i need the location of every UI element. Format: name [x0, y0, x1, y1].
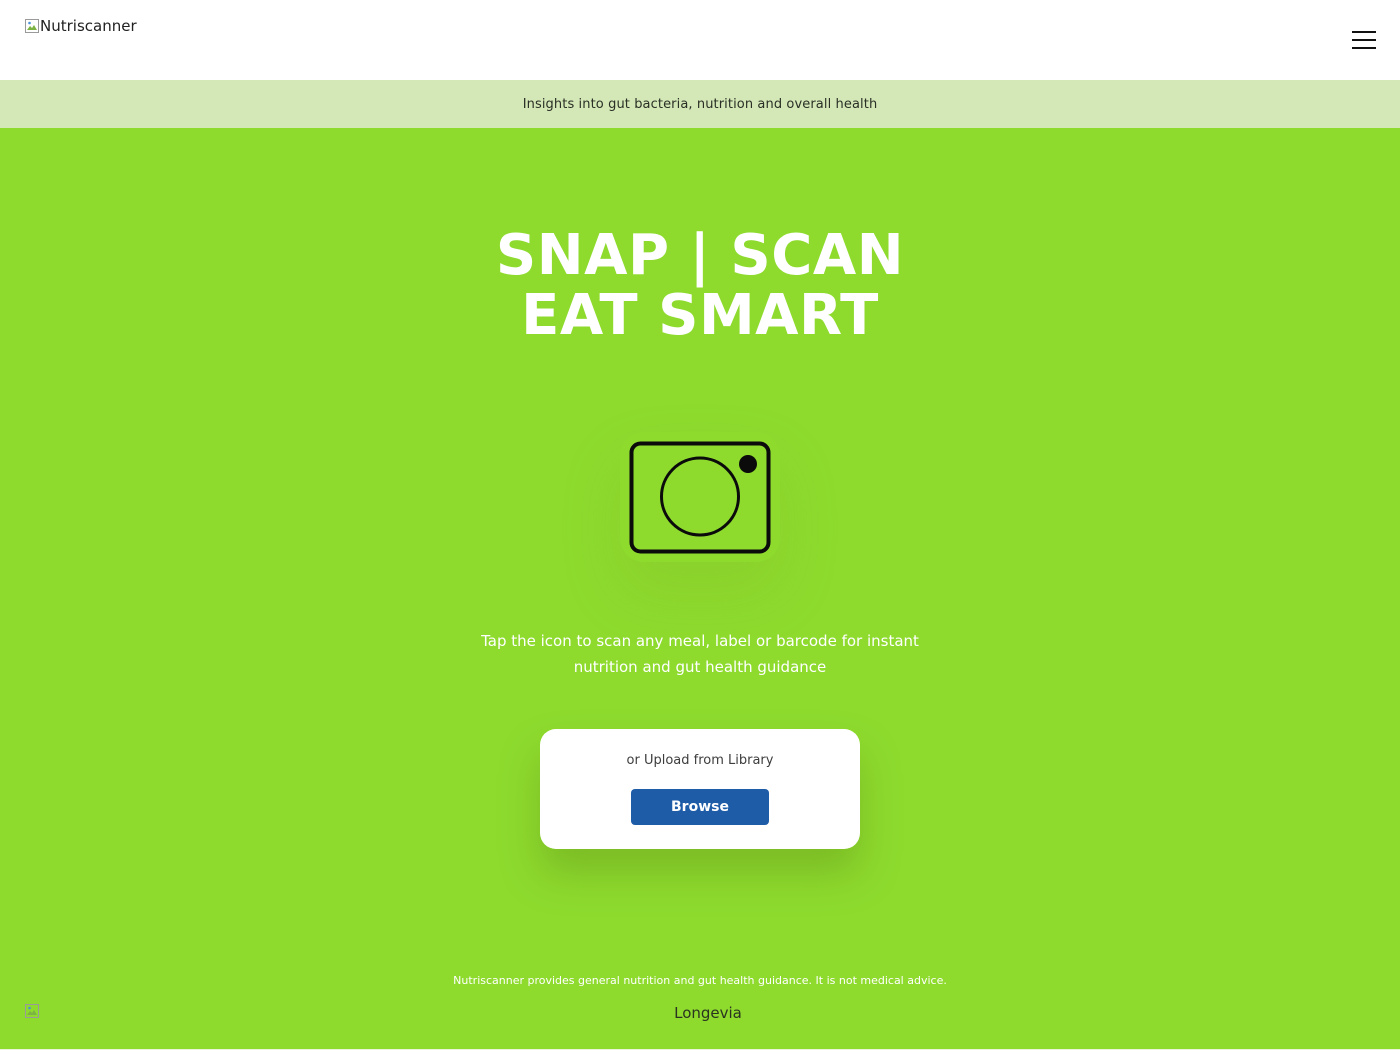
broken-image-icon [24, 1003, 40, 1023]
menu-button[interactable] [1346, 26, 1382, 54]
upload-card: or Upload from Library Browse [540, 729, 860, 849]
tagline-text: Insights into gut bacteria, nutrition an… [522, 96, 878, 112]
partner-logo-text[interactable]: Longevia [600, 1004, 816, 1022]
browse-button[interactable]: Browse [631, 789, 769, 825]
disclaimer-text: Nutriscanner provides general nutrition … [453, 974, 947, 987]
tagline-banner: Insights into gut bacteria, nutrition an… [0, 80, 1400, 128]
hero-title: SNAP | SCAN EAT SMART [0, 226, 1400, 346]
hero-title-line-2: EAT SMART [521, 283, 879, 348]
broken-image-icon [24, 18, 40, 34]
logo[interactable]: Nutriscanner [24, 17, 137, 35]
camera-icon [620, 432, 780, 562]
upload-label: or Upload from Library [626, 753, 774, 768]
scan-camera-button[interactable] [620, 432, 780, 562]
site-header: Nutriscanner [0, 0, 1400, 80]
hero-title-line-1: SNAP | SCAN [495, 223, 905, 288]
logo-alt-text: Nutriscanner [40, 17, 137, 35]
scan-instruction: Tap the icon to scan any meal, label or … [481, 632, 919, 676]
